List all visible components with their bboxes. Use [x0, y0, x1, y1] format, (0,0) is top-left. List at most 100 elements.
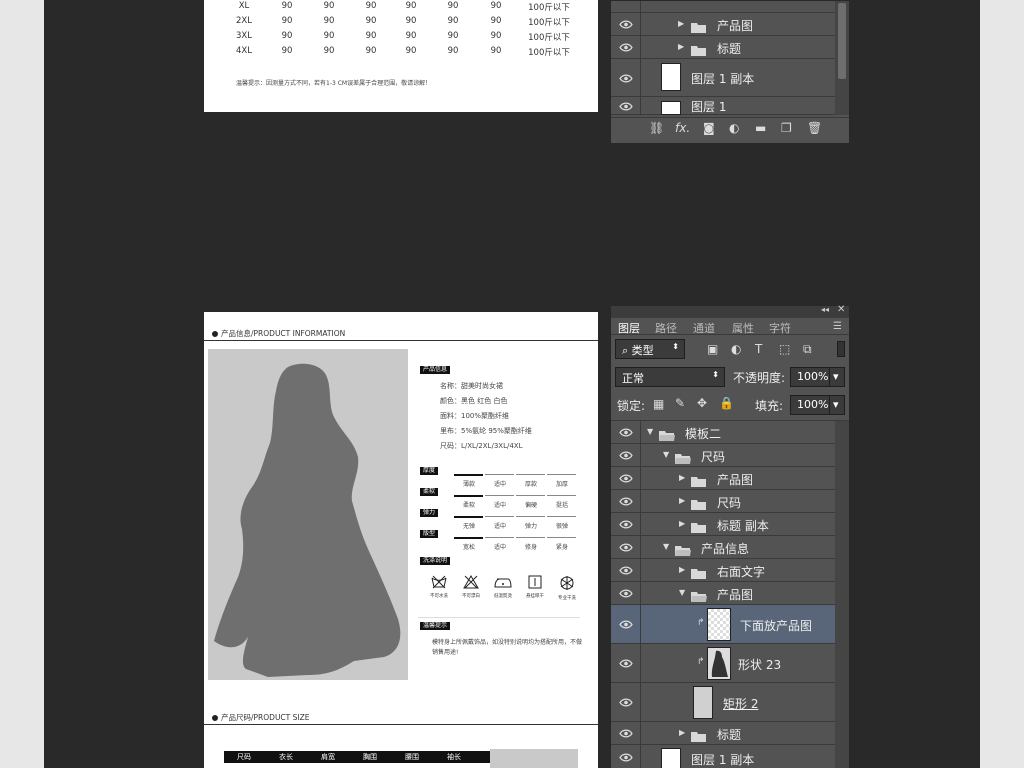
smart-object-filter-icon[interactable]: ⧉	[803, 342, 812, 357]
scrollbar[interactable]	[835, 421, 849, 768]
layer-row[interactable]: ▼ 模板二	[611, 421, 835, 444]
folder-icon	[691, 565, 706, 579]
collapse-arrow-icon[interactable]: ▼	[663, 542, 669, 551]
layer-row[interactable]: ▼ 产品图	[611, 582, 835, 605]
size-chart-document: XL 90 90 90 90 90 90 100斤以下 2XL 90 90 90 90 90 90 100斤以…	[204, 0, 598, 112]
canvas-area: XL 90 90 90 90 90 90 100斤以下 2XL 90 90 90 90 90 90 100斤以…	[44, 0, 980, 768]
eye-icon[interactable]	[611, 582, 641, 604]
eye-icon[interactable]	[611, 722, 641, 744]
eye-icon[interactable]	[611, 644, 641, 682]
eye-icon[interactable]	[611, 490, 641, 512]
layer-row[interactable]	[611, 1, 835, 13]
chevron-updown-icon: ⬍	[672, 342, 679, 351]
layers-panel-top: ▶ 产品图 ▶ 标题 图层 1 副本 图层 1 ⛓ fx. ◙ ◐ ▬ ❐ 🗑	[610, 0, 850, 144]
chevron-down-icon[interactable]: ▾	[829, 395, 845, 415]
image-filter-icon[interactable]: ▣	[707, 342, 718, 356]
eye-icon[interactable]	[611, 605, 641, 643]
layer-row[interactable]: ▶ 尺码	[611, 490, 835, 513]
eye-icon[interactable]	[611, 13, 641, 35]
chevron-down-icon[interactable]: ▾	[829, 367, 845, 387]
scale-option: 很弹	[555, 523, 568, 530]
layer-row[interactable]: ↱ 下面放产品图	[611, 605, 835, 644]
expand-arrow-icon[interactable]: ▶	[679, 565, 685, 574]
eye-icon[interactable]	[611, 745, 641, 768]
eye-icon[interactable]	[611, 559, 641, 581]
eye-icon[interactable]	[611, 97, 641, 114]
adjustment-icon[interactable]: ◐	[729, 121, 739, 135]
adjustment-filter-icon[interactable]: ◐	[731, 342, 741, 356]
expand-arrow-icon[interactable]: ▶	[678, 19, 684, 28]
layer-row[interactable]: ▶ 产品图	[611, 467, 835, 490]
eye-icon[interactable]	[611, 1, 641, 12]
eye-icon[interactable]	[611, 536, 641, 558]
eye-icon[interactable]	[611, 513, 641, 535]
close-icon[interactable]: ✕	[837, 304, 845, 315]
scale-bar	[547, 495, 576, 496]
expand-arrow-icon[interactable]: ▶	[679, 728, 685, 737]
size-value: 90	[323, 1, 335, 11]
size-value: 90	[405, 46, 417, 56]
layer-thumbnail	[693, 686, 713, 719]
new-group-icon[interactable]: ▬	[755, 121, 766, 135]
expand-arrow-icon[interactable]: ▶	[679, 519, 685, 528]
eye-icon[interactable]	[611, 444, 641, 466]
size-value: 90	[365, 16, 377, 26]
text-filter-icon[interactable]: T	[755, 342, 762, 356]
size-label: 4XL	[236, 46, 252, 56]
filter-toggle[interactable]	[837, 341, 845, 357]
trash-icon[interactable]: 🗑	[807, 121, 822, 135]
layer-row[interactable]: 图层 1	[611, 97, 835, 115]
fill-input[interactable]: 100%	[790, 395, 830, 415]
expand-arrow-icon[interactable]: ▶	[678, 42, 684, 51]
layer-thumbnail	[661, 101, 681, 115]
layer-row[interactable]: ▼ 产品信息	[611, 536, 835, 559]
layer-row[interactable]: 图层 1 副本	[611, 745, 835, 768]
layer-row[interactable]: ▶ 标题 副本	[611, 513, 835, 536]
scale-option: 偏硬	[524, 502, 537, 509]
collapse-arrow-icon[interactable]: ▼	[647, 427, 653, 436]
mask-icon[interactable]: ◙	[703, 121, 715, 135]
eye-icon[interactable]	[611, 59, 641, 96]
lock-move-icon[interactable]: ✥	[697, 396, 707, 410]
care-text: 模特身上所佩戴饰品，如没特别说明均为搭配所用，不做销售用途!	[432, 639, 583, 656]
eye-icon[interactable]	[611, 467, 641, 489]
filter-dropdown[interactable]: ⌕ 类型 ⬍	[615, 339, 685, 359]
layer-row[interactable]: ▶ 标题	[611, 36, 835, 59]
layer-row[interactable]: 矩形 2	[611, 683, 835, 722]
layer-row[interactable]: 图层 1 副本	[611, 59, 835, 97]
layer-name: 形状 23	[738, 657, 782, 672]
size-value: 90	[323, 31, 335, 41]
collapse-arrow-icon[interactable]: ▼	[679, 588, 685, 597]
fx-icon[interactable]: fx.	[675, 121, 690, 135]
panel-bottom-toolbar: ⛓ fx. ◙ ◐ ▬ ❐ 🗑	[611, 117, 849, 139]
expand-arrow-icon[interactable]: ▶	[679, 496, 685, 505]
layer-row[interactable]: ▶ 标题	[611, 722, 835, 745]
eye-icon[interactable]	[611, 36, 641, 58]
panel-menu-icon[interactable]: ☰	[833, 321, 842, 332]
layer-row[interactable]: ↱ 形状 23	[611, 644, 835, 683]
scrollbar[interactable]	[835, 1, 849, 115]
folder-icon	[691, 496, 706, 510]
layer-row[interactable]: ▼ 尺码	[611, 444, 835, 467]
shape-filter-icon[interactable]: ⬚	[779, 342, 790, 356]
lock-brush-icon[interactable]: ✎	[675, 396, 685, 410]
link-icon[interactable]: ⛓	[649, 121, 664, 135]
scale-label: 版型	[420, 530, 439, 538]
opacity-input[interactable]: 100%	[790, 367, 830, 387]
layer-row[interactable]: ▶ 右面文字	[611, 559, 835, 582]
new-layer-icon[interactable]: ❐	[781, 121, 792, 135]
blend-mode-dropdown[interactable]: 正常 ⬍	[615, 367, 725, 387]
eye-icon[interactable]	[611, 683, 641, 721]
lock-transparency-icon[interactable]: ▦	[653, 397, 664, 411]
collapse-icon[interactable]: ◂◂	[821, 305, 829, 314]
size-value: 90	[447, 31, 459, 41]
collapse-arrow-icon[interactable]: ▼	[663, 450, 669, 459]
expand-arrow-icon[interactable]: ▶	[679, 473, 685, 482]
layer-row[interactable]: ▶ 产品图	[611, 13, 835, 36]
layers-panel: ◂◂ ✕ 图层 路径 通道 属性 字符 ☰ ⌕ 类型 ⬍ ▣ ◐ T ⬚ ⧉ 正常 ⬍ …	[610, 304, 850, 768]
eye-icon[interactable]	[611, 421, 641, 443]
scale-bar	[547, 474, 576, 475]
scale-bar	[547, 537, 576, 538]
lock-all-icon[interactable]: 🔒	[719, 396, 734, 410]
size-value: 90	[447, 1, 459, 11]
